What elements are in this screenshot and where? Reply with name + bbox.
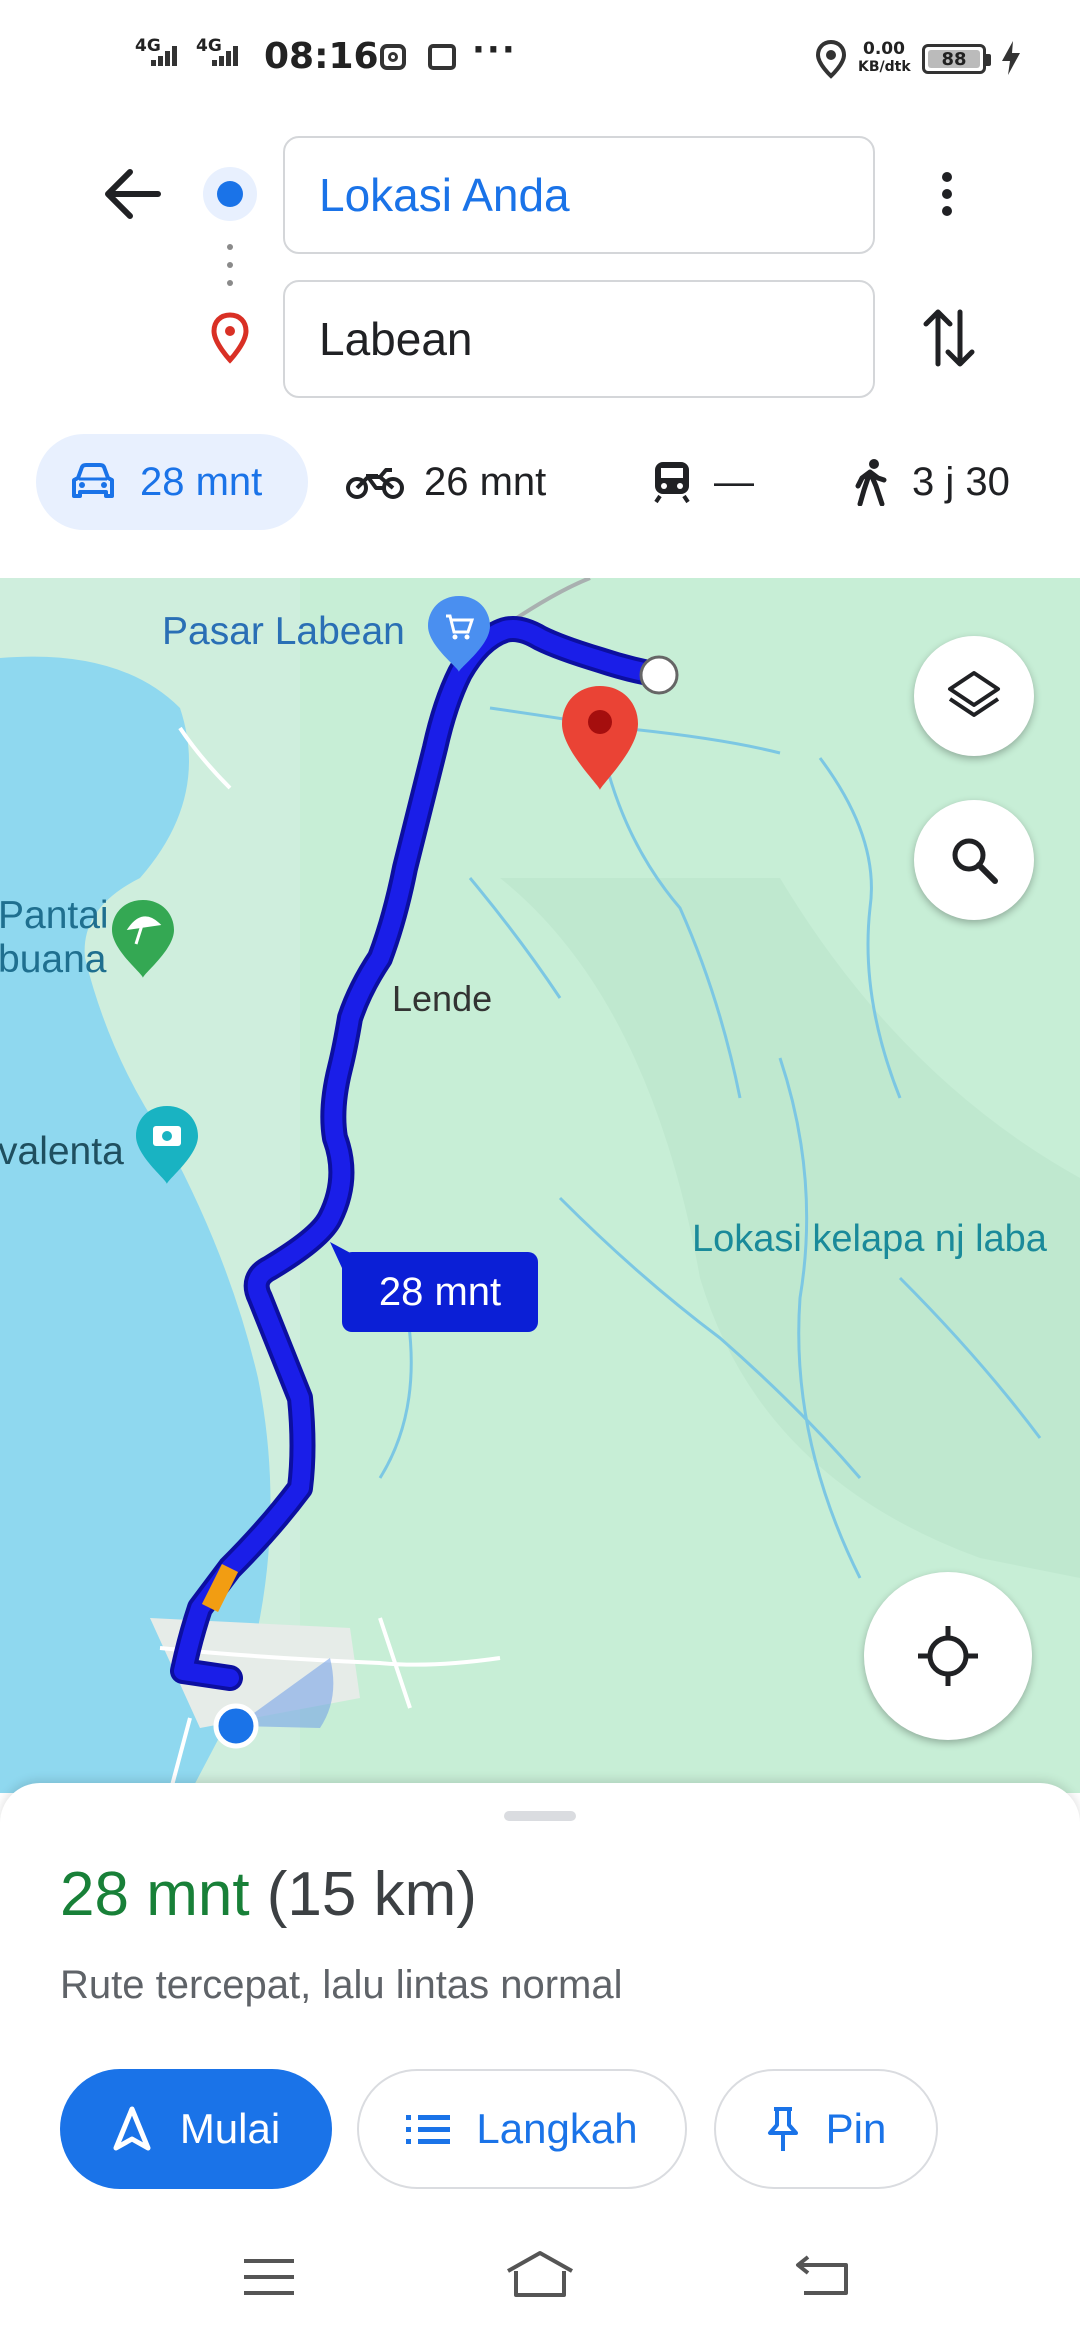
mode-walk[interactable]: 3 j 30 bbox=[854, 434, 1054, 530]
current-location-dot[interactable] bbox=[213, 1703, 259, 1749]
map-label-lende: Lende bbox=[392, 978, 493, 1019]
map-label-valenta[interactable]: valenta bbox=[0, 1130, 124, 1174]
pin-icon bbox=[767, 2107, 798, 2151]
more-notifications-icon: ··· bbox=[472, 30, 517, 70]
origin-dot-icon bbox=[203, 167, 257, 221]
search-icon bbox=[952, 838, 998, 884]
motorcycle-icon bbox=[346, 468, 404, 499]
menu-nav-icon[interactable] bbox=[242, 2257, 296, 2297]
network-speed: 0.00 KB/dtk bbox=[858, 39, 911, 75]
instagram-icon bbox=[380, 44, 406, 70]
origin-input[interactable]: Lokasi Anda bbox=[283, 136, 875, 254]
route-summary-sheet: 28 mnt (15 km) Rute tercepat, lalu linta… bbox=[0, 1783, 1080, 2340]
list-icon bbox=[406, 2115, 451, 2144]
back-nav-icon[interactable] bbox=[794, 2253, 852, 2297]
steps-button[interactable]: Langkah bbox=[357, 2069, 687, 2189]
home-nav-icon[interactable] bbox=[504, 2249, 576, 2299]
search-map-button[interactable] bbox=[914, 800, 1034, 920]
train-icon bbox=[654, 462, 690, 504]
crosshair-icon bbox=[918, 1626, 978, 1686]
navigation-arrow-icon bbox=[113, 2106, 151, 2151]
beach-umbrella-icon[interactable] bbox=[112, 900, 174, 978]
swap-icon[interactable] bbox=[920, 306, 978, 370]
route-dots bbox=[227, 244, 233, 250]
route-summary-title: 28 mnt (15 km) bbox=[60, 1859, 477, 1930]
mode-transit[interactable]: — bbox=[652, 434, 772, 530]
back-arrow-icon[interactable] bbox=[104, 168, 162, 220]
route-end-marker bbox=[639, 655, 679, 695]
status-time: 08:16 bbox=[264, 36, 379, 77]
layers-icon bbox=[948, 671, 1000, 717]
battery-icon: 88 bbox=[922, 44, 991, 74]
route-duration-badge[interactable]: 28 mnt bbox=[342, 1252, 538, 1332]
more-options-icon[interactable] bbox=[940, 168, 954, 220]
layers-button[interactable] bbox=[914, 636, 1034, 756]
route-note: Rute tercepat, lalu lintas normal bbox=[60, 1963, 623, 2007]
map-label-pantai-2[interactable]: buana bbox=[0, 938, 106, 982]
mode-motorcycle[interactable]: 26 mnt bbox=[346, 434, 586, 530]
walk-icon bbox=[855, 459, 887, 506]
route-distance: (15 km) bbox=[266, 1860, 477, 1929]
map-view[interactable]: Pasar Labean Pantai buana valenta Lende … bbox=[0, 578, 1080, 1793]
recenter-button[interactable] bbox=[864, 1572, 1032, 1740]
map-label-lokasi-kelapa[interactable]: Lokasi kelapa nj laba bbox=[692, 1218, 1047, 1261]
map-label-pasar[interactable]: Pasar Labean bbox=[162, 610, 405, 654]
drag-handle[interactable] bbox=[504, 1811, 576, 1821]
destination-input[interactable]: Labean bbox=[283, 280, 875, 398]
charging-icon bbox=[1002, 41, 1020, 75]
status-bar: 4G 4G 08:16 ··· 0.00 KB/dtk 88 bbox=[0, 0, 1080, 115]
car-icon bbox=[72, 463, 114, 498]
route-duration: 28 mnt bbox=[60, 1860, 250, 1929]
start-button[interactable]: Mulai bbox=[60, 2069, 332, 2189]
location-icon bbox=[816, 40, 846, 79]
mode-car[interactable]: 28 mnt bbox=[36, 434, 308, 530]
message-icon bbox=[428, 44, 456, 70]
pin-button[interactable]: Pin bbox=[714, 2069, 938, 2189]
destination-pin-icon bbox=[211, 312, 249, 364]
map-label-pantai[interactable]: Pantai bbox=[0, 894, 109, 938]
